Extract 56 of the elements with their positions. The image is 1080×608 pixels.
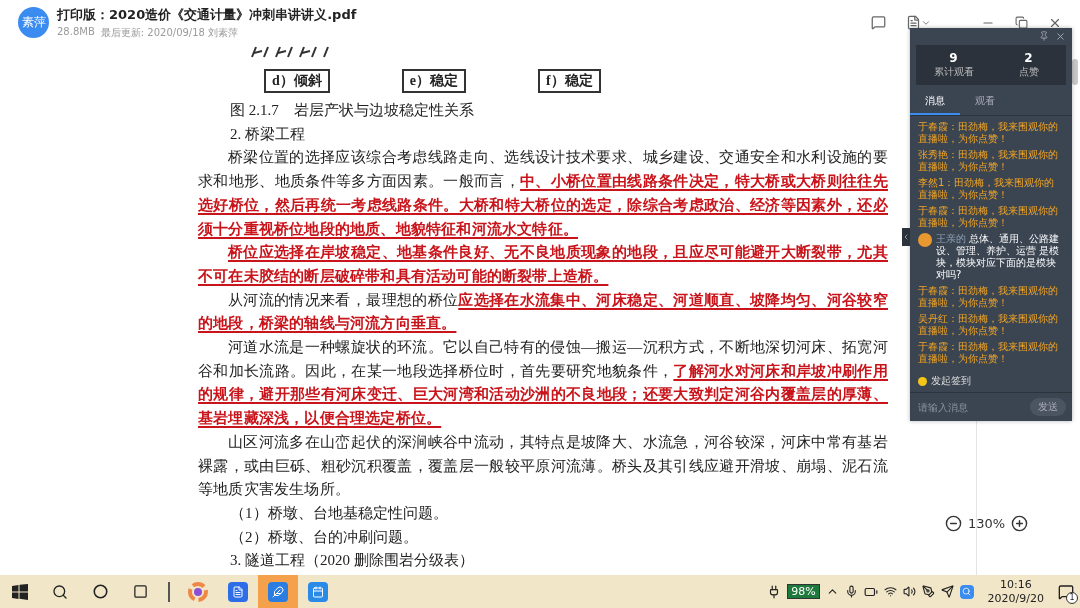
paragraph: 山区河流多在山峦起伏的深涧峡谷中流动，其特点是坡降大、水流急，河谷较深，河床中常有基岩裸露，或由巨砾、粗砂沉积覆盖，覆盖层一般较平原河流薄。桥头及其引线应避开滑坡、崩塌、泥石流等地质灾害发生场所。 bbox=[198, 432, 888, 500]
sign-in-link[interactable]: 发起签到 bbox=[931, 374, 971, 388]
chat-message: 张秀艳：田劲梅，我来围观你的直播啦，为你点赞！ bbox=[918, 149, 1059, 173]
paragraph: 河道水流是一种螺旋状的环流。它以自己特有的侵蚀—搬运—沉积方式，不断地深切河床、拓宽河谷和加长流路。因此，在某一地段选择桥位时，首先要研究地貌条件，了解河水对河床和岸坡冲刷作用的规律，避开那些有河床变迁、巨大河湾和活动沙洲的不良地段；还要大致判定河谷内覆盖层的厚薄、基岩埋藏深浅，以便合理选定桥位。 bbox=[198, 338, 888, 429]
send-icon[interactable] bbox=[940, 585, 954, 598]
notification-count: 1 bbox=[1066, 591, 1078, 604]
date: 2020/9/20 bbox=[987, 591, 1044, 606]
chat-message: 于春霞：田劲梅，我来围观你的直播啦，为你点赞！ bbox=[918, 205, 1059, 229]
volume-icon[interactable] bbox=[902, 585, 916, 598]
windows-logo-icon[interactable] bbox=[12, 583, 28, 600]
chat-message: 于春霞：田劲梅，我来围观你的直播啦，为你点赞！ bbox=[918, 341, 1059, 365]
figure-label: e）稳定 bbox=[401, 69, 466, 93]
send-button[interactable]: 发送 bbox=[1030, 398, 1066, 416]
chat-message: 李然1：田劲梅，我来围观你的直播啦，为你点赞！ bbox=[918, 177, 1056, 201]
pin-icon[interactable] bbox=[1039, 31, 1049, 41]
paragraph: 从河流的情况来看，最理想的桥位应选择在水流集中、河床稳定、河道顺直、坡降均匀、河谷较窄的地段，桥梁的轴线与河流方向垂直。 bbox=[198, 290, 888, 334]
chat-tab[interactable]: 消息 bbox=[910, 89, 960, 115]
file-icon[interactable] bbox=[906, 15, 921, 30]
paragraph: 桥梁位置的选择应该综合考虑线路走向、选线设计技术要求、城乡建设、交通安全和水利设施的要求和地形、地质条件等多方面因素。一般而言，中、小桥位置由线路条件决定，特大桥或大桥则往往先选好桥位，然后再统一考虑线路条件。大桥和特大桥位的选定，除综合考虑政治、经济等因素外，还必须十分重视桥位地段的地质、地貌特征和河流水文特征。 bbox=[198, 148, 888, 239]
time: 10:16 bbox=[999, 577, 1032, 592]
microphone-icon[interactable] bbox=[844, 585, 858, 598]
stat-value: 9 bbox=[949, 51, 958, 65]
section-heading: 2. 桥梁工程 bbox=[229, 124, 306, 144]
figure-caption: 图 2.1.7 岩层产状与边坡稳定性关系 bbox=[229, 101, 475, 120]
file-title: 打印版：2020造价《交通计量》冲刺串讲讲义.pdf bbox=[57, 5, 358, 24]
figure-label: d）倾斜 bbox=[264, 69, 330, 93]
chat-message: 吴丹红：田劲梅，我来围观你的直播啦，为你点赞！ bbox=[918, 313, 1059, 337]
last-updated: 最后更新: 2020/09/18 刘素萍 bbox=[100, 25, 239, 40]
avatar: 素萍 bbox=[18, 7, 49, 38]
avatar bbox=[918, 233, 932, 247]
zoom-in-icon[interactable] bbox=[1011, 515, 1029, 532]
scrollbar-thumb[interactable] bbox=[1072, 59, 1078, 85]
pen-icon[interactable] bbox=[921, 585, 935, 598]
chat-message: 于春霞：田劲梅，我来围观你的直播啦，为你点赞！ bbox=[918, 121, 1059, 145]
message-input[interactable]: 请输入消息 bbox=[916, 400, 1026, 414]
list-item: （1）桥墩、台地基稳定性问题。 bbox=[229, 503, 449, 523]
stat-value: 2 bbox=[1024, 51, 1033, 65]
zoom-level: 130% bbox=[968, 516, 1006, 531]
feather-app-icon[interactable] bbox=[258, 575, 298, 608]
restore-icon[interactable] bbox=[1015, 16, 1028, 29]
collapse-icon[interactable] bbox=[902, 228, 910, 246]
list-item: （2）桥墩、台的冲刷问题。 bbox=[229, 527, 419, 547]
app-tray-icon[interactable] bbox=[959, 584, 974, 599]
zoom-out-icon[interactable] bbox=[945, 515, 962, 532]
stat-label: 点赞 bbox=[1018, 65, 1039, 79]
battery-level: 98% bbox=[787, 584, 820, 599]
section-heading: 3. 隧道工程（2020 删除围岩分级表） bbox=[229, 551, 475, 571]
chat-message: 王亲的 总体、通用、公路建设、管理、养护、运营 是模块，模块对应下面的是模块对吗? bbox=[936, 233, 1061, 281]
chat-tab[interactable]: 观看 bbox=[960, 89, 1010, 115]
coin-icon bbox=[918, 376, 927, 386]
paragraph: 桥位应选择在岸坡稳定、地基条件良好、无不良地质现象的地段，且应尽可能避开大断裂带，尤其不可在未胶结的断层破碎带和具有活动可能的断裂带上造桥。 bbox=[198, 243, 888, 286]
stat-label: 累计观看 bbox=[933, 65, 974, 79]
figure-label: f）稳定 bbox=[538, 69, 601, 93]
chat-message: 于春霞：田劲梅，我来围观你的直播啦，为你点赞！ bbox=[918, 285, 1059, 309]
file-size: 28.8MB bbox=[57, 25, 95, 39]
wifi-icon[interactable] bbox=[883, 585, 897, 598]
